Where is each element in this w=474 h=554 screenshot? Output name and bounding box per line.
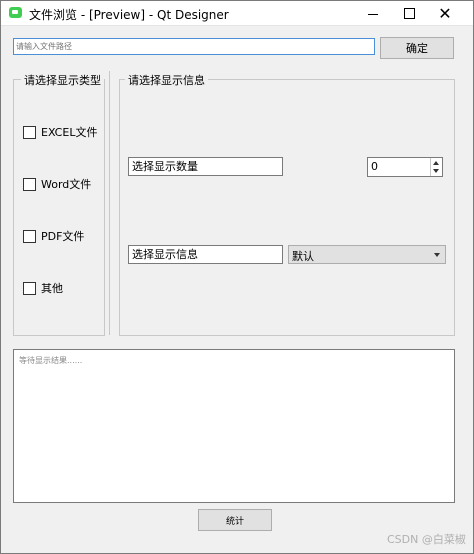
minimize-icon <box>368 13 378 15</box>
display-type-group: 请选择显示类型 <box>13 72 105 336</box>
checkbox-pdf-label: PDF文件 <box>41 230 85 243</box>
checkbox-pdf-box[interactable] <box>23 229 36 243</box>
window-title: 文件浏览 - [Preview] - Qt Designer <box>29 8 229 22</box>
minimize-button[interactable] <box>356 1 390 25</box>
checkbox-word-label: Word文件 <box>41 178 92 191</box>
checkbox-excel-box[interactable] <box>23 125 36 139</box>
checkbox-other[interactable]: 其他 <box>23 281 63 295</box>
display-type-group-title: 请选择显示类型 <box>21 72 104 88</box>
title-bar[interactable]: 文件浏览 - [Preview] - Qt Designer ✕ <box>1 1 473 26</box>
count-spinbox-value[interactable]: 0 <box>371 160 378 173</box>
checkbox-excel[interactable]: EXCEL文件 <box>23 125 97 139</box>
confirm-button[interactable]: 确定 <box>380 37 454 59</box>
checkbox-word[interactable]: Word文件 <box>23 177 91 191</box>
maximize-icon <box>403 7 415 19</box>
checkbox-other-label: 其他 <box>41 282 63 295</box>
statistics-button[interactable]: 统计 <box>198 509 272 531</box>
count-label: 选择显示数量 <box>128 157 283 176</box>
checkbox-excel-label: EXCEL文件 <box>41 126 98 139</box>
checkbox-other-box[interactable] <box>23 281 36 295</box>
designer-preview-window: 文件浏览 - [Preview] - Qt Designer ✕ 确定 请选择显… <box>0 0 474 554</box>
info-select-value: 默认 <box>292 250 314 263</box>
qt-app-icon <box>9 7 22 18</box>
checkbox-word-box[interactable] <box>23 177 36 191</box>
file-path-input[interactable] <box>13 38 375 55</box>
checkbox-pdf[interactable]: PDF文件 <box>23 229 84 243</box>
watermark: CSDN @白菜椒 <box>387 533 466 546</box>
display-info-group: 请选择显示信息 <box>119 72 455 336</box>
spin-up-arrow-icon[interactable] <box>433 161 439 165</box>
result-placeholder: 等待显示结果...... <box>19 356 83 365</box>
maximize-button[interactable] <box>392 1 426 25</box>
count-spinbox[interactable]: 0 <box>367 157 443 177</box>
info-select-combobox[interactable]: 默认 <box>288 245 446 264</box>
close-icon: ✕ <box>438 3 452 23</box>
spin-down-arrow-icon[interactable] <box>433 169 439 173</box>
info-label: 选择显示信息 <box>128 245 283 264</box>
close-button[interactable]: ✕ <box>428 1 462 25</box>
display-info-group-title: 请选择显示信息 <box>125 72 208 88</box>
result-text-area[interactable]: 等待显示结果...... <box>13 349 455 503</box>
spinbox-buttons[interactable] <box>430 158 442 176</box>
chevron-down-icon[interactable] <box>434 253 440 257</box>
group-splitter <box>109 71 110 335</box>
